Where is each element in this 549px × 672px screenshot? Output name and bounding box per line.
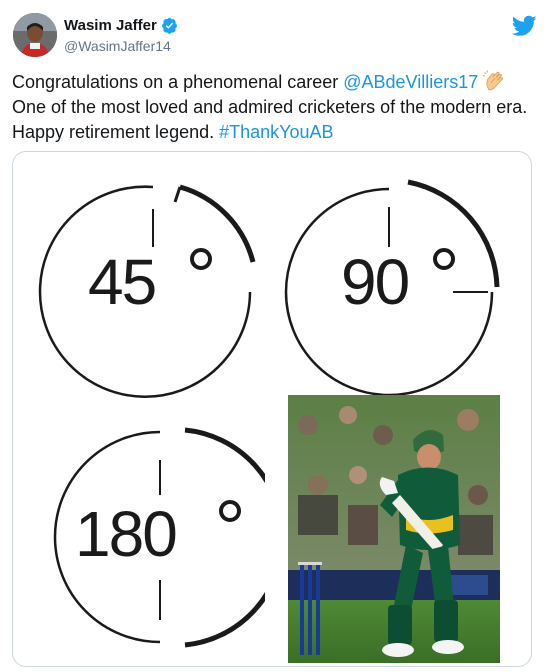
user-handle[interactable]: @WasimJaffer14 xyxy=(64,38,171,54)
tweet-text: Congratulations on a phenomenal career @… xyxy=(12,70,538,145)
avatar[interactable] xyxy=(13,13,57,57)
cricket-batsman-photo xyxy=(288,395,500,663)
mention-link[interactable]: @ABdeVilliers17 xyxy=(343,72,478,92)
degree-symbol-icon xyxy=(219,500,241,522)
author-name-row: Wasim Jaffer xyxy=(64,17,178,34)
degree-symbol-icon xyxy=(190,248,212,270)
twitter-bird-icon[interactable] xyxy=(511,15,537,37)
dial-180-label: 180 xyxy=(75,498,178,570)
tweet-card: Wasim Jaffer @WasimJaffer14 Congratulati… xyxy=(0,0,549,672)
clapping-hands-icon xyxy=(483,70,507,92)
degree-symbol-icon xyxy=(433,248,455,270)
media-image[interactable]: 45 90 180 xyxy=(12,151,532,667)
tweet-text-part1: Congratulations on a phenomenal career xyxy=(12,72,344,92)
dial-90-label: 90 xyxy=(341,246,410,318)
hashtag-link[interactable]: #ThankYouAB xyxy=(219,122,333,142)
dial-45-label: 45 xyxy=(88,246,157,318)
verified-badge-icon xyxy=(161,17,178,34)
display-name[interactable]: Wasim Jaffer xyxy=(64,17,157,34)
